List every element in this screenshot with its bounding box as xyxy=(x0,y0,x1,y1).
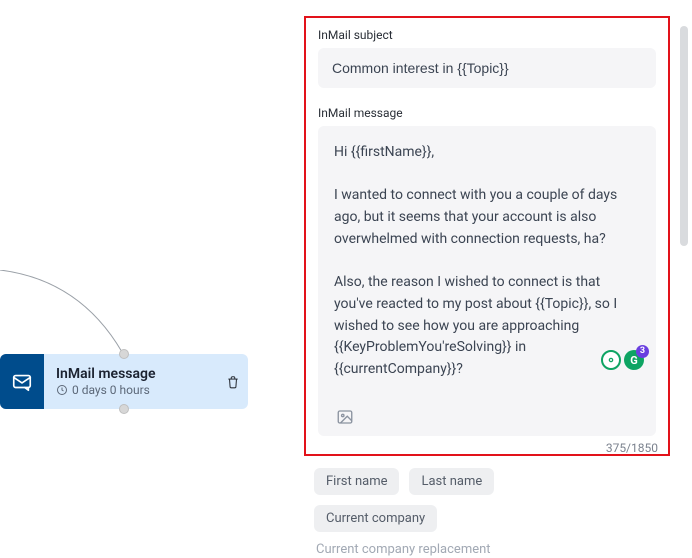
node-output-handle[interactable] xyxy=(119,404,129,414)
message-label: InMail message xyxy=(318,106,656,120)
chip-last-name[interactable]: Last name xyxy=(409,468,494,495)
message-toolbar xyxy=(334,406,640,428)
chip-current-company[interactable]: Current company xyxy=(314,505,437,532)
workflow-node-inmail[interactable]: InMail message 0 days 0 hours xyxy=(0,354,248,409)
grammarly-badge-icon[interactable]: G 3 xyxy=(624,350,644,370)
delete-node-button[interactable] xyxy=(224,373,242,391)
inmail-subject-input[interactable] xyxy=(318,48,656,88)
node-title: InMail message xyxy=(56,366,240,382)
subject-label: InMail subject xyxy=(318,28,656,42)
canvas-connector xyxy=(0,270,120,350)
grammarly-suggestion-count: 3 xyxy=(636,345,649,358)
grammarly-icon[interactable] xyxy=(601,350,621,370)
scrollbar[interactable] xyxy=(680,26,688,246)
inmail-icon xyxy=(0,354,44,409)
inmail-message-input[interactable]: Hi {{firstName}}, I wanted to connect wi… xyxy=(318,126,656,436)
chip-first-name[interactable]: First name xyxy=(314,468,399,495)
node-timing: 0 days 0 hours xyxy=(56,383,240,397)
node-timing-text: 0 days 0 hours xyxy=(72,383,150,397)
inmail-editor-panel: InMail subject InMail message Hi {{first… xyxy=(304,16,670,456)
node-body: InMail message 0 days 0 hours xyxy=(44,354,248,409)
attach-image-button[interactable] xyxy=(334,406,356,428)
variable-chips-area: First name Last name Current company Cur… xyxy=(314,468,680,557)
chip-current-company-replacement: Current company replacement xyxy=(314,542,680,557)
grammarly-widget[interactable]: G 3 xyxy=(601,350,644,370)
char-counter: 375/1850 xyxy=(606,441,658,455)
inmail-message-text[interactable]: Hi {{firstName}}, I wanted to connect wi… xyxy=(334,142,640,398)
